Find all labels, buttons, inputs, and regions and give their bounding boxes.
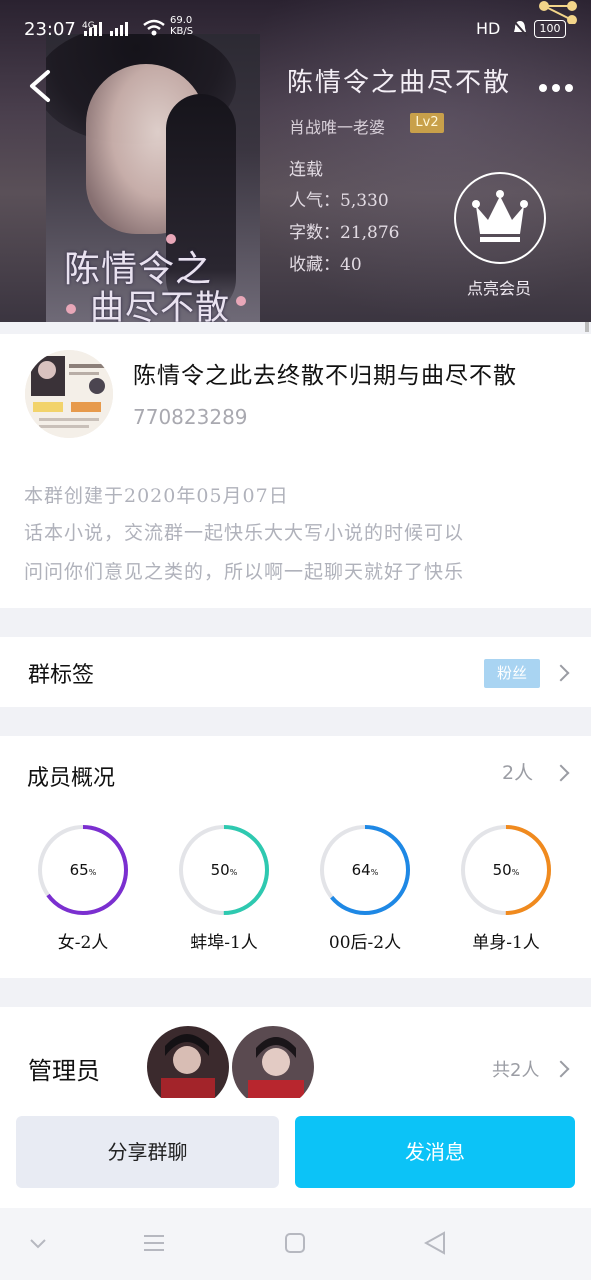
author-name[interactable]: 肖战唯一老婆 [289,114,385,138]
petal-icon [66,304,76,314]
popularity-stat: 人气：5,330 [289,191,389,211]
cover-title-line2: 曲尽不散 [90,288,230,322]
speed-unit: KB/S [170,26,194,37]
share-group-button[interactable]: 分享群聊 [16,1116,279,1188]
chevron-left-icon [30,70,50,102]
network-speed: 69.0 KB/S [170,15,193,37]
group-name: 陈情令之此去终散不归期与曲尽不散 [133,363,517,389]
gauge-percent: 64% [351,861,379,879]
nav-collapse-icon[interactable] [28,1236,48,1255]
svg-text:4G: 4G [82,21,95,31]
more-dots-icon [539,84,573,92]
send-message-button[interactable]: 发消息 [295,1116,575,1188]
hd-indicator: HD [476,19,501,38]
gauge-percent: 65% [69,861,97,879]
level-badge: Lv2 [410,113,444,133]
group-intro-line: 问问你们意见之类的，所以啊一起聊天就好了快乐 [24,561,465,583]
system-nav-bar [0,1208,591,1280]
back-button[interactable] [22,66,62,106]
admins-total: 共2人 [492,1060,540,1081]
favorites-stat: 收藏：40 [289,255,362,275]
more-button[interactable] [537,80,577,96]
gauge-percent: 50% [210,861,238,879]
vip-label[interactable]: 点亮会员 [467,275,531,299]
group-id: 770823289 [133,405,248,429]
gauge-label: 女-2人 [57,933,109,953]
member-stat-item: 64% 00后-2人 [319,824,411,953]
status-time: 23:07 [24,19,76,40]
admins-title: 管理员 [28,1057,100,1085]
group-tags-title: 群标签 [28,663,95,688]
speed-value: 69.0 [170,15,193,26]
share-icon[interactable] [534,0,584,25]
group-intro-line: 本群创建于2020年05月07日 [24,485,289,507]
gauge-label: 单身-1人 [472,933,540,953]
members-title: 成员概况 [27,766,116,791]
member-stat-item: 50% 单身-1人 [460,824,552,953]
nav-home-icon[interactable] [285,1233,305,1257]
vip-button[interactable] [454,172,546,264]
member-stat-item: 50% 蚌埠-1人 [178,824,270,953]
admin-avatar[interactable] [147,1026,229,1108]
mute-icon [512,19,528,42]
member-stat-item: 65% 女-2人 [37,824,129,953]
petal-icon [236,296,246,306]
status-bar: 23:07 4G 69.0 KB/S HD 100 [0,0,591,60]
tag-chip: 粉丝 [484,659,540,688]
gauge-percent: 50% [492,861,520,879]
novel-header: 陈情令之 曲尽不散 23:07 4G 69.0 KB/S HD 100 陈情令之… [0,0,591,322]
gauge-label: 00后-2人 [328,933,402,953]
admin-avatar[interactable] [232,1026,314,1108]
scrollbar[interactable] [585,322,589,332]
gauge-label: 蚌埠-1人 [190,933,258,953]
nav-back-icon[interactable] [423,1231,446,1259]
word-count-stat: 字数：21,876 [289,223,400,243]
wifi-icon [142,18,166,43]
members-count[interactable]: 2人 [502,758,533,785]
serial-status: 连载 [289,160,323,180]
group-intro-line: 话本小说，交流群一起快乐大大写小说的时候可以 [24,522,465,544]
nav-menu-icon[interactable] [143,1233,165,1257]
novel-title: 陈情令之曲尽不散 [287,68,512,98]
novel-cover[interactable]: 陈情令之 曲尽不散 [46,34,260,322]
crown-icon [472,190,528,242]
group-avatar[interactable] [25,350,113,438]
